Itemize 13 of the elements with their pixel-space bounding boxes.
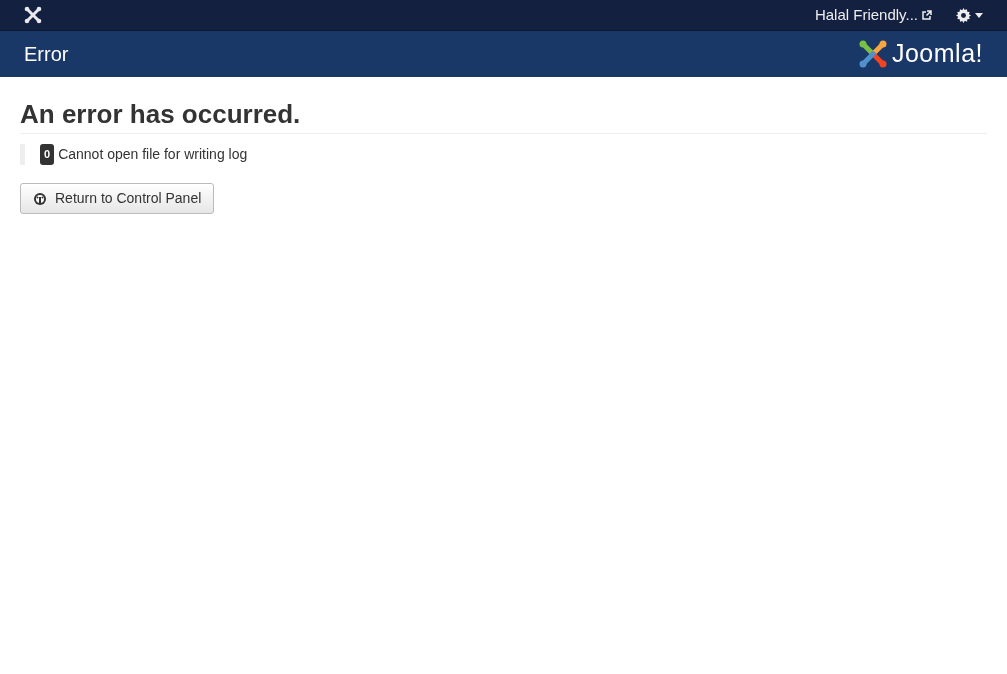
site-link[interactable]: Halal Friendly... <box>814 3 932 27</box>
return-button[interactable]: Return to Control Panel <box>20 183 215 215</box>
external-link-icon <box>922 10 932 20</box>
settings-icon <box>956 7 971 23</box>
error-code: 0 <box>40 144 55 165</box>
error-heading: An error has occurred. <box>20 99 987 135</box>
logo-text: Joomla! <box>891 38 983 70</box>
caret-icon <box>975 12 983 18</box>
page-title: Error <box>24 42 69 67</box>
dashboard-icon <box>33 191 47 206</box>
joomla-logo-icon <box>857 39 888 69</box>
joomla-icon[interactable] <box>24 6 42 24</box>
error-message: Cannot open file for writing log <box>58 145 248 165</box>
